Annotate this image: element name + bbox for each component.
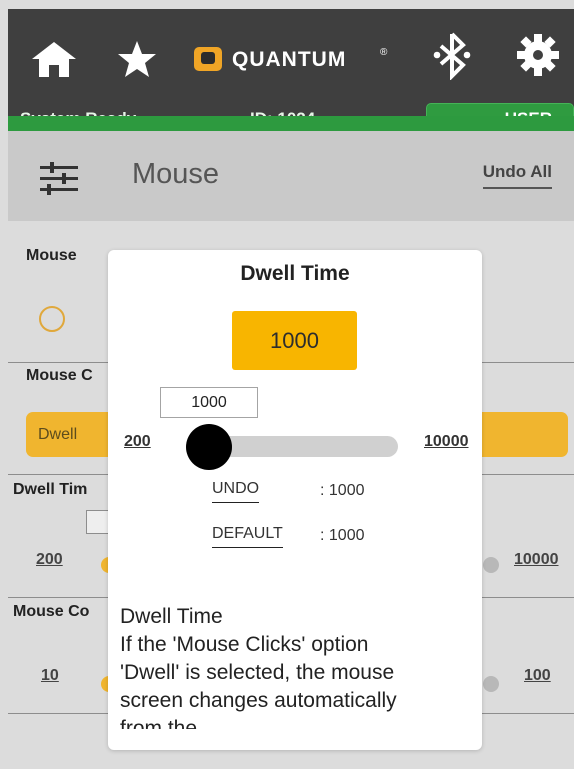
cursor-max-label: 100 <box>524 667 551 684</box>
gear-icon[interactable] <box>513 30 563 85</box>
default-value: : 1000 <box>320 527 365 544</box>
slider-min-label: 200 <box>124 433 151 450</box>
page-title: Mouse <box>132 158 220 190</box>
dwell-min-label: 200 <box>36 551 63 568</box>
logo-text: QUANTUM <box>232 48 347 71</box>
undo-value: : 1000 <box>320 482 365 499</box>
star-icon[interactable] <box>116 39 158 84</box>
value-input[interactable]: 1000 <box>160 387 258 418</box>
dwell-max-label: 10000 <box>514 551 559 568</box>
default-button[interactable]: DEFAULT <box>212 525 283 548</box>
dwell-slider-end <box>483 557 499 573</box>
help-text: Dwell Time If the 'Mouse Clicks' option … <box>120 603 470 729</box>
bluetooth-icon[interactable] <box>428 30 476 85</box>
logo-mark: ® <box>380 47 388 58</box>
help-line: from the <box>120 717 198 729</box>
help-line: Dwell Time <box>120 605 223 628</box>
mouse-radio[interactable] <box>39 306 65 332</box>
current-value-button[interactable]: 1000 <box>232 311 357 370</box>
mouse-section-label: Mouse <box>26 247 77 264</box>
cursor-slider-end <box>483 676 499 692</box>
dwell-slider-handle[interactable] <box>186 424 232 470</box>
help-line: If the 'Mouse Clicks' option <box>120 633 369 656</box>
home-icon[interactable] <box>30 39 78 84</box>
mouse-clicks-label: Mouse C <box>26 367 93 384</box>
slider-max-label: 10000 <box>424 433 469 450</box>
help-line: screen changes automatically <box>120 689 397 712</box>
dwell-time-label: Dwell Tim <box>13 481 88 498</box>
help-line: 'Dwell' is selected, the mouse <box>120 661 395 684</box>
dwell-option-label: Dwell <box>38 426 78 443</box>
top-bar: QUANTUM ® System Ready ID: 1024 <box>8 9 574 136</box>
cursor-min-label: 10 <box>41 667 59 684</box>
dwell-time-input[interactable] <box>86 510 110 534</box>
undo-all-button[interactable]: Undo All <box>482 162 552 189</box>
sliders-icon[interactable] <box>40 162 78 196</box>
mouse-cursor-label: Mouse Co <box>13 603 90 620</box>
undo-button[interactable]: UNDO <box>212 480 260 503</box>
dialog-title: Dwell Time <box>240 262 350 285</box>
brand-logo: QUANTUM ® <box>194 47 404 71</box>
